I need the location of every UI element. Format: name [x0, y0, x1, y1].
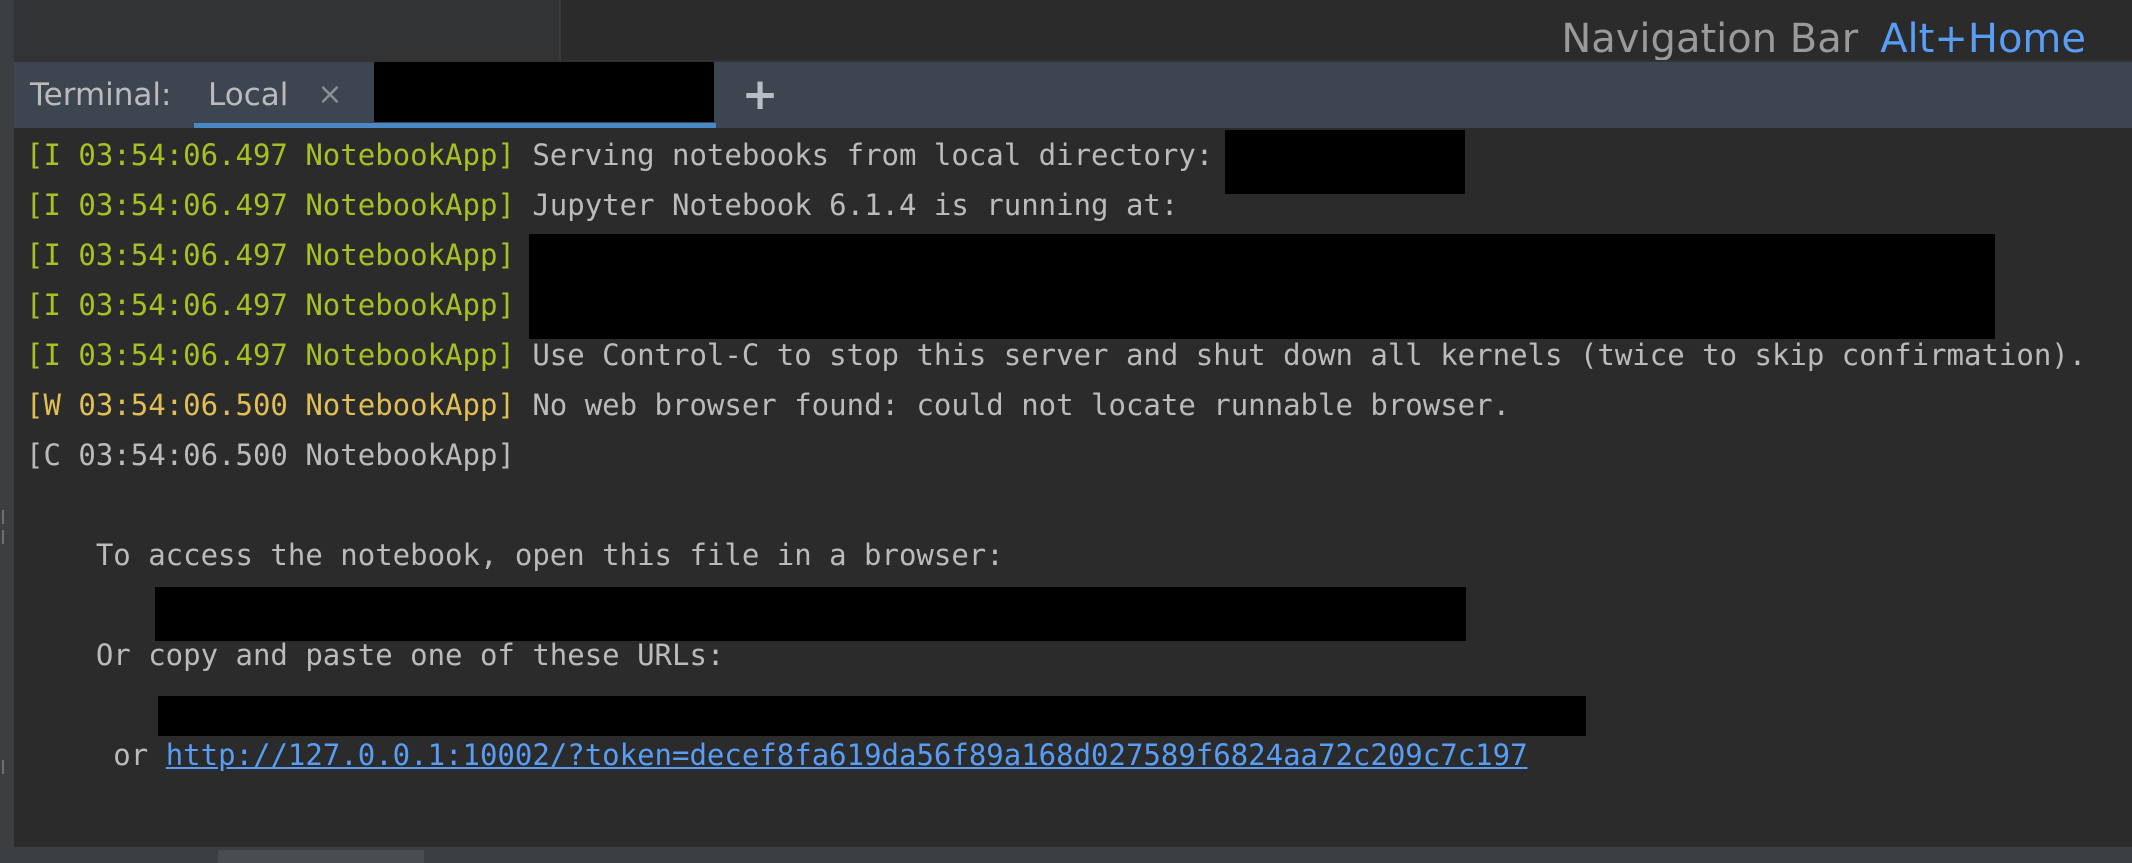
- gutter-marker: [2, 530, 4, 544]
- terminal-title: Terminal:: [30, 77, 172, 113]
- terminal-line: [I 03:54:06.497 NotebookApp]: [26, 280, 515, 330]
- gutter-marker: [2, 760, 4, 774]
- access-instruction: To access the notebook, open this file i…: [26, 538, 1004, 572]
- tab-local[interactable]: Local ×: [194, 62, 374, 128]
- navigation-bar-label: Navigation Bar: [1561, 16, 1859, 62]
- notebook-url-link[interactable]: http://127.0.0.1:10002/?token=decef8fa61…: [166, 738, 1528, 772]
- log-prefix: [I 03:54:06.497 NotebookApp]: [26, 138, 515, 172]
- tab-local-label: Local: [208, 77, 289, 113]
- log-prefix: [I 03:54:06.497 NotebookApp]: [26, 338, 515, 372]
- close-icon[interactable]: ×: [310, 72, 350, 118]
- log-message: No web browser found: could not locate r…: [514, 388, 1511, 422]
- top-left-panel: [14, 0, 561, 60]
- gutter-marker: [2, 510, 4, 524]
- terminal-line: [I 03:54:06.497 NotebookApp] Use Control…: [26, 330, 2086, 380]
- terminal-line: [C 03:54:06.500 NotebookApp]: [26, 430, 515, 480]
- navigation-bar-shortcut: Alt+Home: [1880, 16, 2086, 62]
- terminal-tab-bar: Terminal: Local × +: [14, 62, 2132, 129]
- navigation-bar-hint: Navigation Bar Alt+Home: [1561, 14, 2086, 64]
- redacted-block: [374, 62, 714, 122]
- ide-window: Navigation Bar Alt+Home Terminal: Local ×…: [0, 0, 2132, 863]
- or-label: or: [26, 738, 166, 772]
- url-line: or http://127.0.0.1:10002/?token=decef8f…: [26, 730, 1528, 780]
- log-prefix: [I 03:54:06.497 NotebookApp]: [26, 288, 515, 322]
- log-prefix: [C 03:54:06.500 NotebookApp]: [26, 438, 515, 472]
- terminal-line: [I 03:54:06.497 NotebookApp] Serving not…: [26, 130, 1231, 180]
- terminal-output[interactable]: [I 03:54:06.497 NotebookApp] Serving not…: [14, 128, 2132, 847]
- left-tool-gutter: [0, 0, 15, 863]
- log-message: Jupyter Notebook 6.1.4 is running at:: [514, 188, 1179, 222]
- log-prefix: [I 03:54:06.497 NotebookApp]: [26, 188, 515, 222]
- log-message: Serving notebooks from local directory:: [514, 138, 1231, 172]
- tab-redacted[interactable]: [364, 62, 716, 128]
- terminal-line: [W 03:54:06.500 NotebookApp] No web brow…: [26, 380, 1510, 430]
- redacted-block: [529, 234, 1995, 339]
- redacted-block: [1225, 130, 1465, 194]
- terminal-line: [I 03:54:06.497 NotebookApp] Jupyter Not…: [26, 180, 1178, 230]
- log-prefix: [I 03:54:06.497 NotebookApp]: [26, 238, 515, 272]
- log-message: Use Control-C to stop this server and sh…: [514, 338, 2087, 372]
- new-terminal-tab-button[interactable]: +: [718, 62, 802, 128]
- copy-instruction: Or copy and paste one of these URLs:: [26, 638, 725, 672]
- horizontal-scrollbar[interactable]: [14, 847, 2132, 863]
- scrollbar-thumb[interactable]: [218, 850, 424, 863]
- terminal-line: [I 03:54:06.497 NotebookApp]: [26, 230, 515, 280]
- log-prefix: [W 03:54:06.500 NotebookApp]: [26, 388, 515, 422]
- editor-empty-area: Navigation Bar Alt+Home: [561, 0, 2132, 62]
